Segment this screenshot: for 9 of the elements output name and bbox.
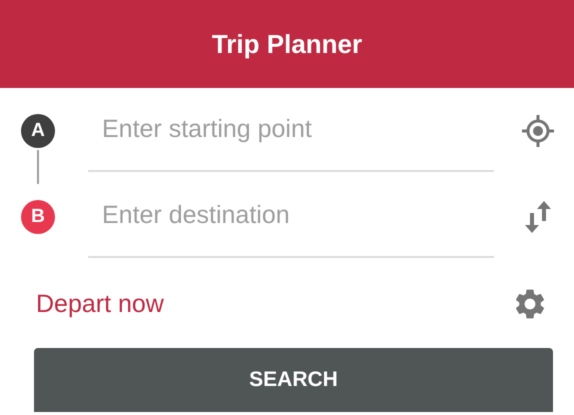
search-button[interactable]: SEARCH: [34, 348, 553, 412]
app-title: Trip Planner: [212, 28, 362, 60]
point-marker: A: [21, 114, 55, 148]
point-marker: B: [21, 200, 55, 234]
depart-time-link[interactable]: Depart now: [36, 290, 164, 318]
location-field[interactable]: Enter destination: [88, 174, 494, 258]
locate-icon[interactable]: [520, 113, 556, 149]
location-field[interactable]: Enter starting point: [88, 88, 494, 172]
swap-icon[interactable]: [523, 199, 553, 235]
